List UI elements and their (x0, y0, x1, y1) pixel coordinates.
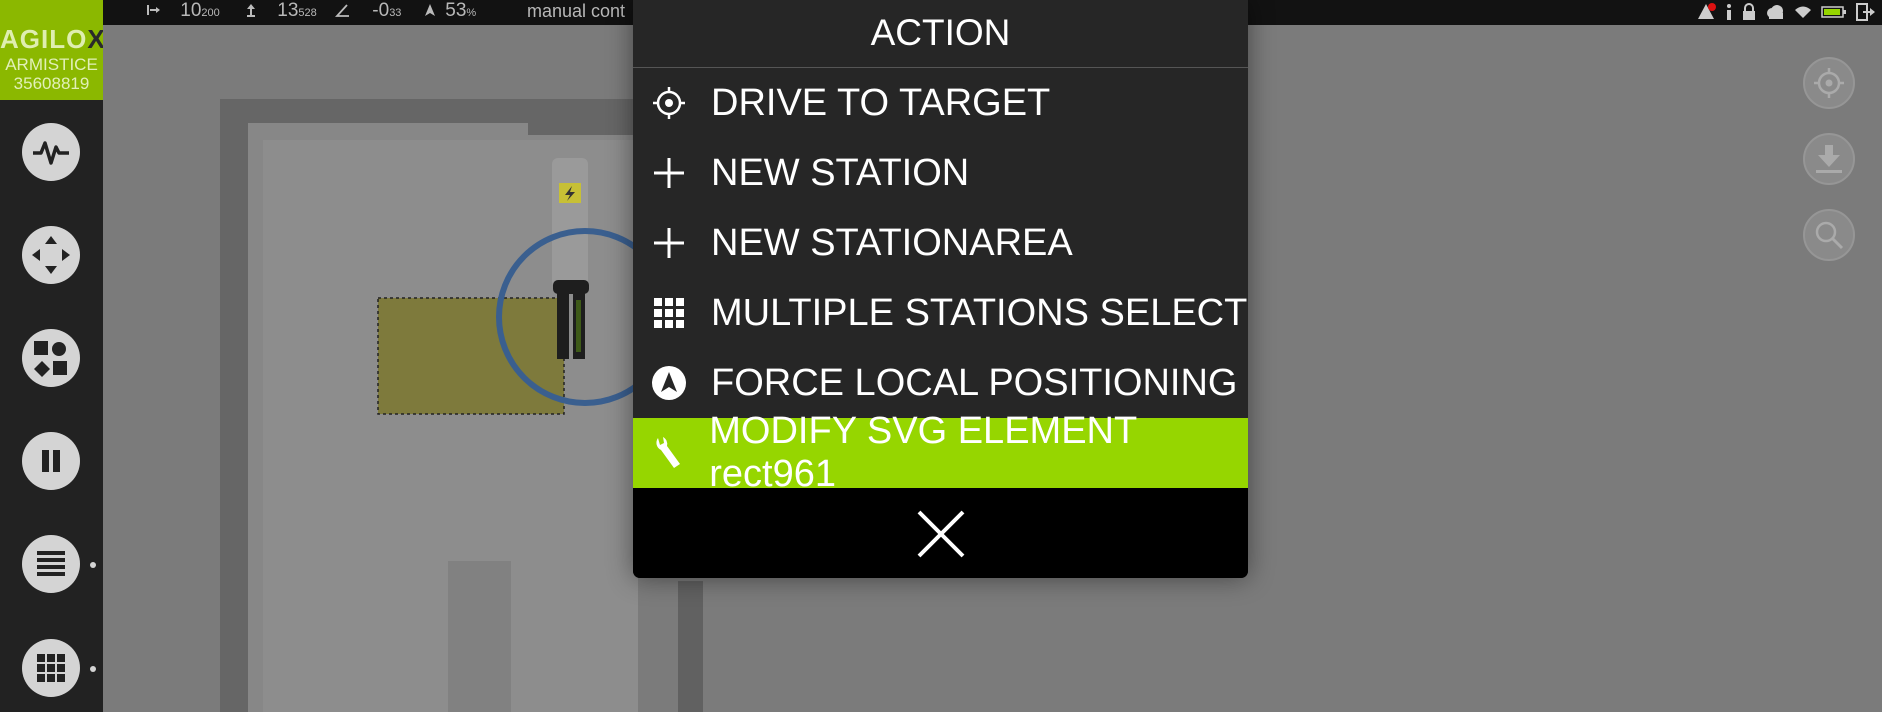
navigation-arrow-icon (425, 4, 435, 16)
lock-icon[interactable] (1742, 3, 1756, 21)
alert-icon[interactable] (1698, 3, 1716, 21)
pulse-icon (33, 141, 69, 165)
search-icon (1815, 221, 1844, 250)
battery-unit: % (466, 7, 477, 19)
plus-icon (650, 224, 688, 262)
sidebar-button-pause[interactable] (22, 432, 80, 490)
menu-item-new-stationarea[interactable]: NEW STATIONAREA (633, 208, 1248, 278)
search-button[interactable] (1803, 209, 1855, 261)
brand-block: AGILOX ARMISTICE 35608819 (0, 0, 105, 100)
modal-close-button[interactable] (633, 488, 1248, 578)
target-icon (650, 84, 688, 122)
sidebar-button-stations[interactable] (22, 329, 80, 387)
system-tray (1698, 2, 1876, 22)
lift-readout: 13528 (244, 0, 317, 25)
navigation-arrow-icon (650, 364, 688, 402)
battery-icon (1821, 6, 1846, 18)
sidebar-indicator-dot (90, 666, 96, 672)
menu-item-label: FORCE LOCAL POSITIONING (711, 361, 1238, 404)
modal-title: ACTION (633, 0, 1248, 68)
sidebar-button-move[interactable] (22, 226, 80, 284)
robot-body[interactable] (557, 287, 569, 359)
mode-text: manual cont (527, 1, 626, 21)
battery-value: 53 (445, 0, 467, 21)
menu-item-force-local-positioning[interactable]: FORCE LOCAL POSITIONING (633, 348, 1248, 418)
lift-value: 13 (277, 0, 299, 21)
angle-subvalue: 33 (389, 7, 402, 19)
wall-segment (528, 123, 638, 135)
angle-value: -0 (372, 0, 390, 21)
robot-serial: 35608819 (13, 74, 90, 93)
speed-subvalue: 200 (201, 7, 220, 19)
move-arrows-icon (32, 236, 70, 274)
station-area[interactable] (377, 297, 565, 415)
floor-zone (448, 561, 511, 712)
menu-item-drive-to-target[interactable]: DRIVE TO TARGET (633, 68, 1248, 138)
charger-post (552, 158, 588, 288)
logout-icon[interactable] (1856, 3, 1876, 21)
info-icon[interactable] (1725, 3, 1733, 21)
wrench-icon (650, 434, 686, 472)
wall-segment (678, 581, 703, 712)
locate-button[interactable] (1803, 57, 1855, 109)
menu-item-label: DRIVE TO TARGET (711, 81, 1051, 124)
speed-arrow-icon (147, 5, 160, 15)
pause-icon (42, 450, 60, 472)
close-icon (917, 510, 964, 557)
lift-subvalue: 528 (298, 7, 317, 19)
download-button[interactable] (1803, 133, 1855, 185)
download-icon (1816, 145, 1842, 173)
action-modal: ACTION DRIVE TO TARGET NEW STATION NEW S… (633, 0, 1248, 578)
plus-icon (650, 154, 688, 192)
menu-item-label: NEW STATION (711, 151, 970, 194)
menu-item-multiple-stations-select[interactable]: MULTIPLE STATIONS SELECT (633, 278, 1248, 348)
logo-main-text: AGILO (0, 24, 88, 54)
list-icon (37, 551, 65, 576)
cloud-icon[interactable] (1765, 4, 1785, 20)
angle-readout: -033 (334, 0, 402, 25)
speed-value: 10 (180, 0, 202, 21)
speed-readout: 10200 (147, 0, 220, 25)
battery-readout: 53% (424, 0, 476, 25)
sidebar-button-diagnostics[interactable] (22, 123, 80, 181)
menu-item-modify-svg-element[interactable]: MODIFY SVG ELEMENT rect961 (633, 410, 1248, 495)
angle-icon (334, 4, 349, 17)
lift-arrow-icon (247, 4, 255, 17)
sidebar-indicator-dot (90, 562, 96, 568)
locate-icon (1814, 68, 1844, 98)
grid-icon (650, 294, 688, 332)
grid-icon (37, 654, 65, 682)
sidebar-button-grid[interactable] (22, 639, 80, 697)
menu-item-label: NEW STATIONAREA (711, 221, 1073, 264)
app-root: AGILOX ARMISTICE 35608819 10200 13528 -0… (0, 0, 1882, 712)
shapes-icon (34, 341, 67, 377)
sidebar-button-list[interactable] (22, 535, 80, 593)
sidebar: AGILOX ARMISTICE 35608819 (0, 0, 105, 712)
menu-item-new-station[interactable]: NEW STATION (633, 138, 1248, 208)
menu-item-label: MODIFY SVG ELEMENT rect961 (709, 410, 1137, 495)
robot-name: ARMISTICE (5, 55, 98, 74)
menu-item-label: MULTIPLE STATIONS SELECT (711, 291, 1248, 334)
wifi-icon[interactable] (1794, 5, 1812, 19)
brand-logo: AGILOX (0, 0, 105, 55)
